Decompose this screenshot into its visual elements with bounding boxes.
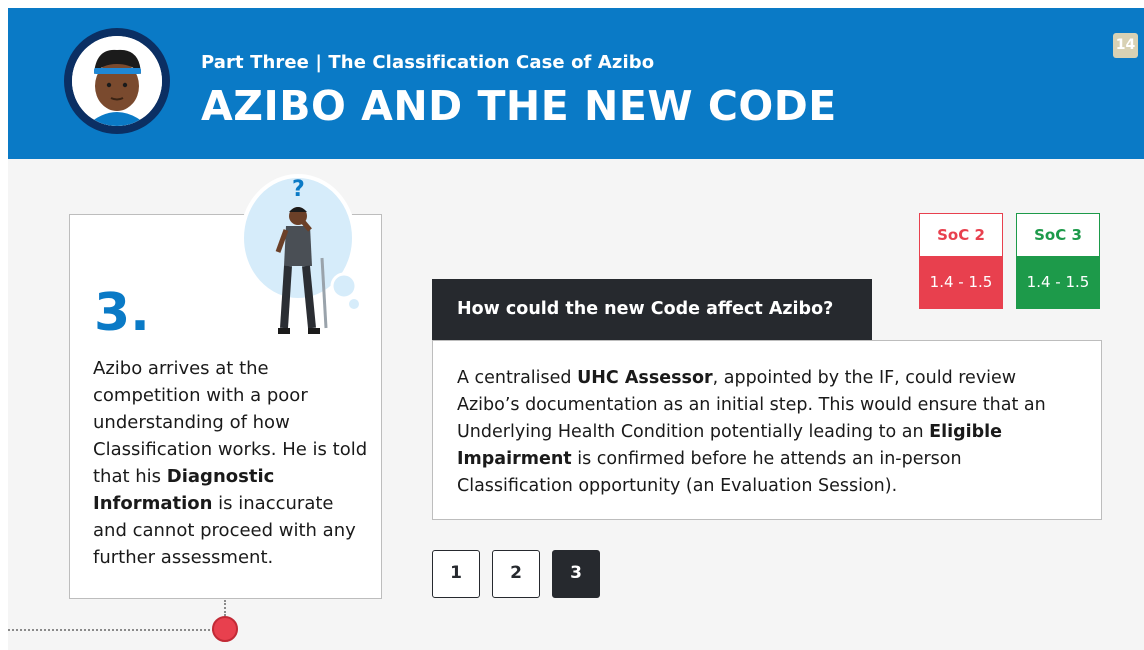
step-description: Azibo arrives at the competition with a … (93, 355, 373, 571)
question-heading: How could the new Code affect Azibo? (432, 279, 872, 340)
timeline-connector (224, 600, 226, 616)
answer-box: A centralised UHC Assessor, appointed by… (432, 340, 1102, 520)
timeline-line (8, 629, 214, 631)
step-number: 3. (94, 283, 150, 343)
page-title: AZIBO AND THE NEW CODE (201, 82, 837, 130)
answer-text-part: A centralised (457, 368, 578, 388)
page-button-1[interactable]: 1 (432, 550, 480, 598)
header-banner: Part Three | The Classification Case of … (8, 8, 1144, 159)
soc-2-box: SoC 2 1.4 - 1.5 (919, 213, 1003, 309)
soc-2-title: SoC 2 (920, 214, 1002, 256)
svg-text:?: ? (292, 177, 305, 202)
header-subtitle: Part Three | The Classification Case of … (201, 52, 655, 73)
page-number-badge: 14 (1113, 33, 1138, 58)
page-button-3[interactable]: 3 (552, 550, 600, 598)
timeline-dot-icon[interactable] (212, 616, 238, 642)
slide: Part Three | The Classification Case of … (8, 8, 1144, 650)
confused-athlete-icon: ? (240, 168, 366, 348)
answer-text-bold: UHC Assessor (577, 368, 713, 388)
soc-2-value: 1.4 - 1.5 (920, 256, 1002, 308)
soc-3-value: 1.4 - 1.5 (1017, 256, 1099, 308)
page-button-2[interactable]: 2 (492, 550, 540, 598)
athlete-avatar-icon (64, 28, 170, 134)
answer-text: A centralised UHC Assessor, appointed by… (457, 365, 1077, 500)
soc-3-title: SoC 3 (1017, 214, 1099, 256)
soc-3-box: SoC 3 1.4 - 1.5 (1016, 213, 1100, 309)
